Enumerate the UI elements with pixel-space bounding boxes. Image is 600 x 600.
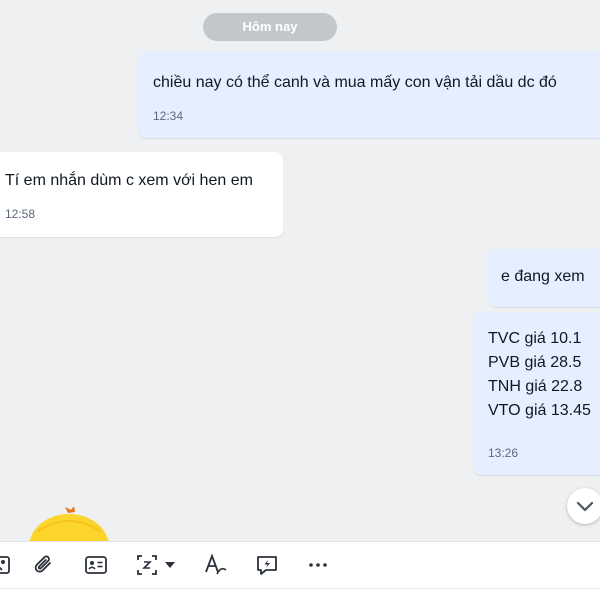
message-bubble-sent[interactable]: e đang xem <box>488 249 600 307</box>
message-time: 12:58 <box>5 207 36 221</box>
message-time: 12:34 <box>153 109 184 123</box>
text-format-button[interactable] <box>203 552 229 578</box>
message-bubble-received[interactable]: Tí em nhắn dùm c xem với hen em 12:58 <box>0 152 283 237</box>
message-line: PVB giá 28.5 <box>488 354 582 371</box>
message-text: chiều nay có thể canh và mua mấy con vận… <box>153 74 557 91</box>
attach-file-button[interactable] <box>31 552 57 578</box>
message-line: TVC giá 10.1 <box>488 330 582 347</box>
screenshot-icon <box>137 555 157 575</box>
screenshot-options-dropdown[interactable] <box>162 552 178 578</box>
composer-input-edge[interactable] <box>0 588 600 600</box>
message-list[interactable]: Hôm nay chiều nay có thể canh và mua mấy… <box>0 0 600 541</box>
message-text: e đang xem <box>501 268 585 285</box>
composer-toolbar <box>0 541 600 589</box>
text-format-icon <box>205 553 227 575</box>
message-line: TNH giá 22.8 <box>488 378 583 395</box>
image-icon <box>0 556 10 574</box>
message-text: Tí em nhắn dùm c xem với hen em <box>5 172 253 189</box>
more-icon <box>309 563 327 567</box>
chevron-down-icon <box>576 501 594 512</box>
screenshot-button[interactable] <box>134 552 160 578</box>
day-divider: Hôm nay <box>203 13 337 41</box>
message-line: VTO giá 13.45 <box>488 402 591 419</box>
quick-message-button[interactable] <box>254 552 280 578</box>
message-time: 13:26 <box>488 446 519 460</box>
message-bubble-sent[interactable]: TVC giá 10.1 PVB giá 28.5 TNH giá 22.8 V… <box>473 312 600 475</box>
chat-window: Hôm nay chiều nay có thể canh và mua mấy… <box>0 0 600 600</box>
image-button[interactable] <box>0 552 12 578</box>
contact-card-icon <box>85 556 107 574</box>
send-contact-button[interactable] <box>83 552 109 578</box>
more-options-button[interactable] <box>305 552 331 578</box>
paperclip-icon <box>34 555 51 573</box>
dropdown-caret-icon <box>165 562 175 568</box>
scroll-to-bottom-button[interactable] <box>567 488 600 524</box>
chick-sticker[interactable] <box>28 506 110 541</box>
message-bubble-sent[interactable]: chiều nay có thể canh và mua mấy con vận… <box>138 51 600 138</box>
quick-message-icon <box>257 556 277 575</box>
